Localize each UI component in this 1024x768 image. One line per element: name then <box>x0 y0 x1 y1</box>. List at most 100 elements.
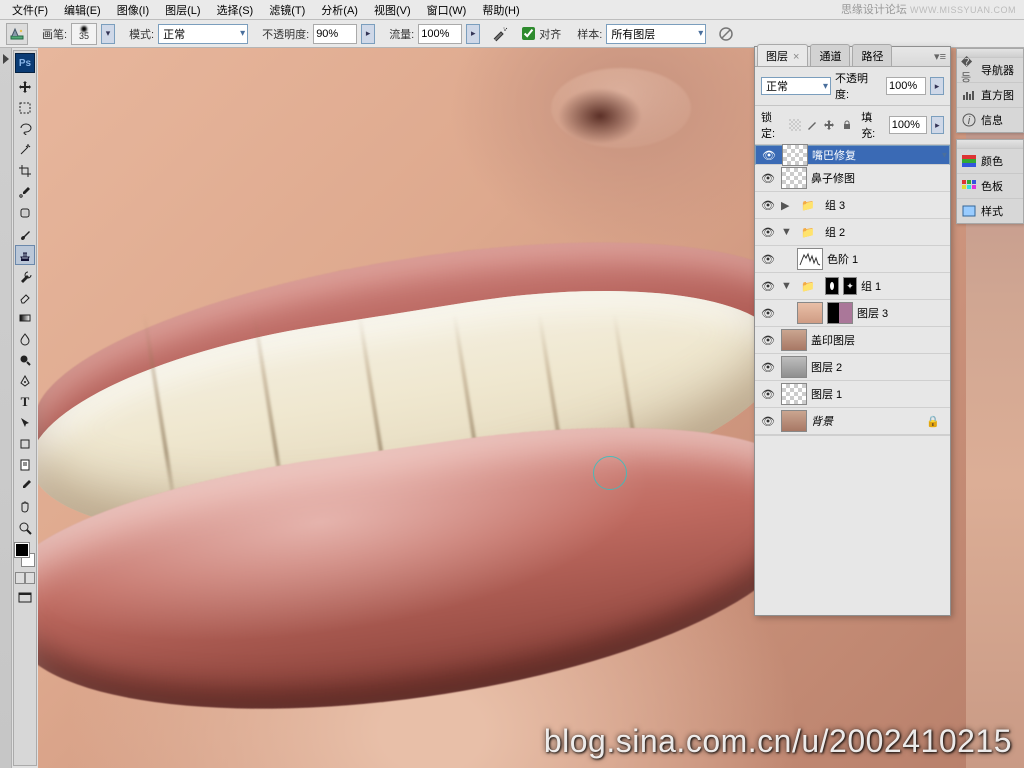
expand-tri-icon[interactable] <box>3 54 9 64</box>
brush-preview[interactable]: 35 <box>71 23 97 45</box>
lock-pixels-icon[interactable] <box>806 118 819 132</box>
type-tool-icon[interactable]: T <box>15 392 35 412</box>
visibility-icon[interactable]: 👁 <box>759 172 777 185</box>
layer-fill-arrow[interactable]: ▸ <box>931 116 944 134</box>
blend-mode-select[interactable]: 正常 <box>158 24 248 44</box>
eraser-tool-icon[interactable] <box>15 287 35 307</box>
lock-position-icon[interactable] <box>823 118 836 132</box>
color-swatches[interactable] <box>15 543 35 567</box>
layer-name[interactable]: 组 2 <box>825 224 845 240</box>
visibility-icon[interactable]: 👁 <box>760 149 778 162</box>
dodge-tool-icon[interactable] <box>15 350 35 370</box>
disclose-icon[interactable]: ▶ <box>781 199 791 212</box>
screenmode-icon[interactable] <box>15 588 35 608</box>
standard-mode-icon[interactable] <box>15 572 25 584</box>
layer-fill-field[interactable]: 100% <box>889 116 927 134</box>
dock-styles[interactable]: 样式 <box>957 198 1023 223</box>
layer-row-group[interactable]: 👁 ▼ 📁 组 2 <box>755 219 950 246</box>
brush-picker-arrow[interactable]: ▾ <box>101 24 115 44</box>
layer-name[interactable]: 组 3 <box>825 197 845 213</box>
gradient-tool-icon[interactable] <box>15 308 35 328</box>
history-brush-tool-icon[interactable] <box>15 266 35 286</box>
magic-wand-tool-icon[interactable] <box>15 140 35 160</box>
menu-analysis[interactable]: 分析(A) <box>313 0 366 20</box>
layer-row-group[interactable]: 👁 ▶ 📁 组 3 <box>755 192 950 219</box>
layer-name[interactable]: 嘴巴修复 <box>812 147 856 163</box>
menu-edit[interactable]: 编辑(E) <box>56 0 109 20</box>
menu-view[interactable]: 视图(V) <box>366 0 419 20</box>
eyedropper-tool-icon[interactable] <box>15 182 35 202</box>
sample-select[interactable]: 所有图层 <box>606 24 706 44</box>
tab-layers[interactable]: 图层 × <box>757 44 808 66</box>
layer-opacity-arrow[interactable]: ▸ <box>930 77 944 95</box>
tab-paths[interactable]: 路径 <box>852 44 892 66</box>
layer-opacity-field[interactable]: 100% <box>886 77 926 95</box>
lasso-tool-icon[interactable] <box>15 119 35 139</box>
layer-row-group[interactable]: 👁 ▼ 📁 ✦ 组 1 <box>755 273 950 300</box>
healing-brush-tool-icon[interactable] <box>15 203 35 223</box>
hand-tool-icon[interactable] <box>15 497 35 517</box>
disclose-icon[interactable]: ▼ <box>781 226 791 238</box>
layer-name[interactable]: 鼻子修图 <box>811 170 855 186</box>
layer-name[interactable]: 图层 2 <box>811 359 842 375</box>
dock-navigator[interactable]: �등导航器 <box>957 57 1023 82</box>
disclose-icon[interactable]: ▼ <box>781 280 791 292</box>
layer-row[interactable]: 👁 盖印图层 <box>755 327 950 354</box>
visibility-icon[interactable]: 👁 <box>759 280 777 293</box>
tab-channels[interactable]: 通道 <box>810 44 850 66</box>
menu-file[interactable]: 文件(F) <box>4 0 56 20</box>
flow-arrow[interactable]: ▸ <box>466 24 480 44</box>
dock-swatches[interactable]: 色板 <box>957 173 1023 198</box>
layer-name[interactable]: 图层 3 <box>857 305 888 321</box>
pen-tool-icon[interactable] <box>15 371 35 391</box>
clone-stamp-tool-icon[interactable] <box>15 245 35 265</box>
visibility-icon[interactable]: 👁 <box>759 334 777 347</box>
brush-tool-icon[interactable] <box>15 224 35 244</box>
layer-name[interactable]: 组 1 <box>861 278 881 294</box>
eyedropper2-tool-icon[interactable] <box>15 476 35 496</box>
zoom-tool-icon[interactable] <box>15 518 35 538</box>
menu-filter[interactable]: 滤镜(T) <box>261 0 313 20</box>
notes-tool-icon[interactable] <box>15 455 35 475</box>
visibility-icon[interactable]: 👁 <box>759 361 777 374</box>
quickmask-mode-icon[interactable] <box>25 572 35 584</box>
flow-field[interactable]: 100% <box>418 24 462 44</box>
layer-name[interactable]: 图层 1 <box>811 386 842 402</box>
opacity-field[interactable]: 90% <box>313 24 357 44</box>
shape-tool-icon[interactable] <box>15 434 35 454</box>
tool-preset-icon[interactable] <box>6 23 28 45</box>
airbrush-icon[interactable] <box>492 26 508 42</box>
visibility-icon[interactable]: 👁 <box>759 307 777 320</box>
lock-all-icon[interactable] <box>840 118 853 132</box>
tab-layers-close-icon[interactable]: × <box>790 51 799 63</box>
layer-blend-select[interactable]: 正常 <box>761 77 831 95</box>
marquee-tool-icon[interactable] <box>15 98 35 118</box>
move-tool-icon[interactable] <box>15 77 35 97</box>
menu-layer[interactable]: 图层(L) <box>157 0 208 20</box>
menu-help[interactable]: 帮助(H) <box>474 0 527 20</box>
path-select-tool-icon[interactable] <box>15 413 35 433</box>
dock-info[interactable]: i信息 <box>957 107 1023 132</box>
layer-row-background[interactable]: 👁 背景 🔒 <box>755 408 950 435</box>
panel-menu-icon[interactable]: ▾≡ <box>934 50 946 63</box>
lock-trans-icon[interactable] <box>789 118 802 132</box>
visibility-icon[interactable]: 👁 <box>759 415 777 428</box>
layer-row[interactable]: 👁 图层 1 <box>755 381 950 408</box>
dock-color[interactable]: 颜色 <box>957 148 1023 173</box>
menu-select[interactable]: 选择(S) <box>209 0 262 20</box>
visibility-icon[interactable]: 👁 <box>759 199 777 212</box>
layer-row[interactable]: 👁 鼻子修图 <box>755 165 950 192</box>
visibility-icon[interactable]: 👁 <box>759 253 777 266</box>
layer-row-selected[interactable]: 👁 嘴巴修复 <box>755 145 950 165</box>
menu-image[interactable]: 图像(I) <box>109 0 157 20</box>
ignore-adjustment-icon[interactable] <box>718 26 734 42</box>
layer-name[interactable]: 色阶 1 <box>827 251 858 267</box>
visibility-icon[interactable]: 👁 <box>759 226 777 239</box>
blur-tool-icon[interactable] <box>15 329 35 349</box>
dock-histogram[interactable]: 直方图 <box>957 82 1023 107</box>
visibility-icon[interactable]: 👁 <box>759 388 777 401</box>
aligned-checkbox[interactable] <box>522 27 535 40</box>
layer-name[interactable]: 盖印图层 <box>811 332 855 348</box>
opacity-arrow[interactable]: ▸ <box>361 24 375 44</box>
crop-tool-icon[interactable] <box>15 161 35 181</box>
